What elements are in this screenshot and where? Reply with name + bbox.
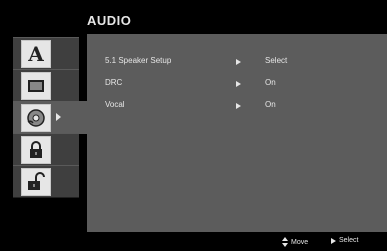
select-hint: Select: [331, 237, 358, 244]
right-arrow-icon: [236, 81, 241, 87]
play-arrow-icon: [331, 237, 336, 244]
up-down-arrows-icon: [282, 237, 288, 247]
selected-tab-arrow-icon: [56, 113, 61, 121]
tab-audio[interactable]: [13, 101, 91, 134]
setting-label: DRC: [105, 78, 123, 87]
tab-parental-lock[interactable]: [13, 133, 79, 166]
move-label: Move: [291, 238, 309, 246]
padlock-icon: [21, 136, 51, 164]
setting-value: On: [265, 78, 276, 87]
tab-language[interactable]: A: [13, 37, 79, 70]
setting-value: Select: [265, 56, 288, 65]
menu-title: AUDIO: [87, 12, 132, 28]
tab-other[interactable]: [13, 165, 79, 198]
move-hint: Move: [282, 237, 308, 247]
unlocked-padlock-icon: [21, 168, 51, 196]
setting-value: On: [265, 100, 276, 109]
disc-audio-icon: [21, 104, 51, 132]
tab-display[interactable]: [13, 69, 79, 102]
letter-a-icon: A: [21, 40, 51, 68]
setting-label: 5.1 Speaker Setup: [105, 56, 172, 65]
select-label: Select: [339, 237, 359, 244]
right-arrow-icon: [236, 103, 241, 109]
setup-menu-screen: AUDIO A 5.1 Speaker Setup Select DRC On …: [0, 0, 387, 251]
tv-screen-icon: [21, 72, 51, 100]
setting-label: Vocal: [105, 100, 125, 109]
help-bar: Move Select: [0, 232, 387, 251]
category-tabs: A: [8, 37, 91, 230]
right-arrow-icon: [236, 59, 241, 65]
